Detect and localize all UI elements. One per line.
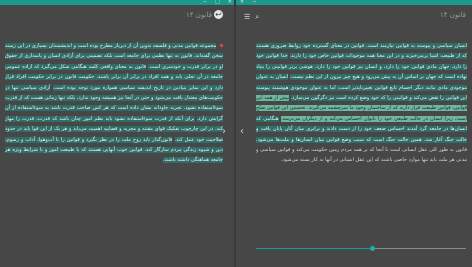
back-icon[interactable]: ↩ — [214, 10, 223, 19]
right-reader-window: ✕ − قانون ۱۴ ☰ ⌕ ‹ انسان سیاسی و پیوسته … — [236, 0, 472, 267]
left-title-bar[interactable]: − □ ✕ — [0, 0, 236, 5]
minimize-icon[interactable]: − — [252, 0, 256, 5]
reading-progress-slider[interactable] — [256, 246, 466, 251]
reading-progress-thumb[interactable] — [370, 246, 375, 251]
right-title-bar[interactable]: ✕ − — [236, 0, 472, 5]
bookmark-marker-icon — [220, 44, 223, 47]
menu-icon[interactable]: ☰ — [244, 13, 250, 22]
reader-toolbar: ☰ ⌕ — [244, 13, 259, 22]
reading-progress-fill — [256, 248, 372, 249]
left-reader-window: − □ ✕ قانون ۱۴ ↩ › مجموعه قوانین مدنی و … — [0, 0, 236, 267]
page-text-right: انسان سیاسی و پیوسته به قوانین نیازمند ا… — [256, 41, 467, 237]
highlighted-paragraph[interactable]: انسان سیاسی و پیوسته به قوانین نیازمند ا… — [256, 43, 467, 60]
minimize-icon[interactable]: − — [203, 0, 207, 5]
document-title: قانون ۱۴ — [440, 11, 466, 19]
close-icon[interactable]: ✕ — [240, 0, 244, 5]
document-title: قانون ۱۴ — [186, 11, 212, 19]
paragraph: قانون به طور کلی عقل انسانی است تا آنجا … — [256, 147, 467, 164]
close-icon[interactable]: ✕ — [228, 0, 232, 5]
search-icon[interactable]: ⌕ — [255, 13, 259, 22]
page-text-left: مجموعه قوانین مدنی و فلسفه تدوین آن از د… — [5, 41, 223, 252]
maximize-icon[interactable]: □ — [215, 0, 220, 5]
previous-page-icon[interactable]: ‹ — [240, 126, 244, 137]
